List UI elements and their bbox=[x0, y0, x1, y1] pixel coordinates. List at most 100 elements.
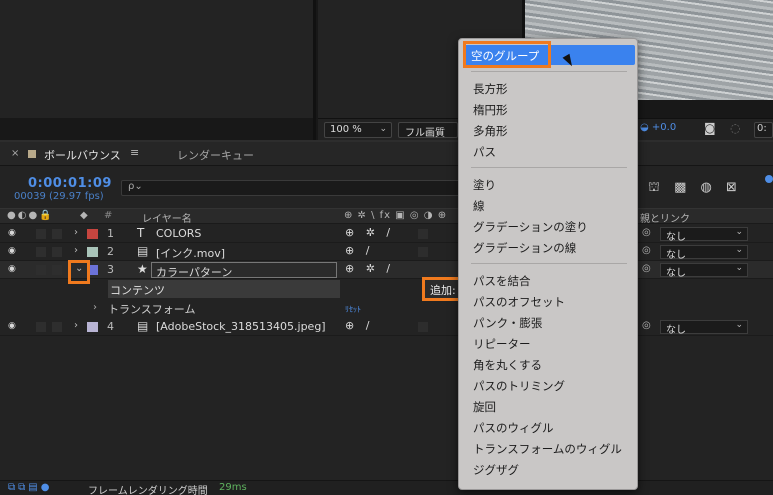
eye-icon[interactable]: ◉ bbox=[8, 264, 16, 274]
menu-item-fill[interactable]: 塗り bbox=[469, 174, 629, 194]
chevron-right-icon[interactable]: › bbox=[74, 227, 78, 238]
show-snapshot-icon[interactable]: ◌ bbox=[730, 121, 740, 135]
menu-item-gradient-fill[interactable]: グラデーションの塗り bbox=[469, 216, 629, 236]
table-row[interactable]: ◉ › 1 T COLORS ⊕ ✲ / ◎ なし ⌄ bbox=[0, 225, 773, 243]
menu-item-wiggle-paths[interactable]: パスのウィグル bbox=[469, 417, 629, 437]
zoom-dropdown[interactable]: 100 % ⌄ bbox=[324, 122, 392, 138]
label-color[interactable] bbox=[87, 322, 98, 332]
solo-toggle[interactable] bbox=[52, 229, 62, 239]
timeline-panel: × ボールバウンス ≡ レンダーキュー 0:00:01:09 00039 (29… bbox=[0, 140, 773, 480]
layer-search-input[interactable]: ρ⌄ bbox=[121, 180, 461, 196]
label-icon: ◆ bbox=[80, 210, 88, 221]
table-row[interactable]: ◉ ⌄ 3 ★ カラーパターン ⊕ ✲ / ◎ なし ⌄ bbox=[0, 261, 773, 279]
pick-whip-icon[interactable]: ◎ bbox=[642, 263, 651, 274]
solo-toggle[interactable] bbox=[52, 247, 62, 257]
panel-menu-icon[interactable]: ≡ bbox=[130, 146, 139, 159]
chevron-right-icon[interactable]: › bbox=[93, 302, 97, 313]
label-color[interactable] bbox=[87, 229, 98, 239]
tab-composition[interactable]: ボールバウンス bbox=[44, 147, 121, 163]
footage-layer-icon: ▤ bbox=[137, 244, 149, 258]
parent-dropdown[interactable]: なし ⌄ bbox=[660, 263, 748, 279]
frame-blending-icon[interactable]: ▩ bbox=[674, 180, 686, 195]
parent-value: なし bbox=[666, 250, 686, 261]
solo-toggle[interactable] bbox=[52, 322, 62, 332]
audio-toggle[interactable] bbox=[36, 265, 46, 275]
eye-icon[interactable]: ◉ bbox=[8, 321, 16, 331]
pick-whip-icon[interactable]: ◎ bbox=[642, 320, 651, 331]
resolution-dropdown[interactable]: フル画質 bbox=[398, 122, 458, 139]
layer-name[interactable]: COLORS bbox=[156, 227, 201, 240]
layer-switches[interactable]: ⊕ / bbox=[345, 244, 373, 257]
layer-number: 2 bbox=[107, 245, 114, 258]
audio-toggle[interactable] bbox=[36, 247, 46, 257]
parent-value: なし bbox=[666, 268, 686, 279]
menu-item-gradient-stroke[interactable]: グラデーションの線 bbox=[469, 237, 629, 257]
menu-item-repeater[interactable]: リピーター bbox=[469, 333, 629, 353]
timeline-tools: ⛫ ▩ ◍ ⊠ bbox=[648, 180, 747, 197]
switch-box[interactable] bbox=[418, 229, 428, 239]
layer-name[interactable]: [AdobeStock_318513405.jpeg] bbox=[156, 320, 326, 333]
menu-item-wiggle-transform[interactable]: トランスフォームのウィグル bbox=[469, 438, 629, 458]
audio-toggle[interactable] bbox=[36, 229, 46, 239]
header-switches: ⊕ ✲ \ fx ▣ ◎ ◑ ⊕ bbox=[344, 210, 448, 221]
switch-box[interactable] bbox=[418, 247, 428, 257]
menu-item-rectangle[interactable]: 長方形 bbox=[469, 78, 629, 98]
layer-switches[interactable]: ⊕ ✲ / bbox=[345, 262, 394, 275]
table-row[interactable]: ◉ › 4 ▤ [AdobeStock_318513405.jpeg] ⊕ / … bbox=[0, 318, 773, 336]
chevron-right-icon[interactable]: › bbox=[74, 245, 78, 256]
header-parent-link: 親とリンク bbox=[640, 214, 690, 225]
view-dropdown[interactable]: 0: bbox=[754, 122, 773, 138]
eye-icon[interactable]: ◉ bbox=[8, 228, 16, 238]
menu-item-ellipse[interactable]: 楕円形 bbox=[469, 99, 629, 119]
work-area-handle[interactable] bbox=[765, 175, 773, 183]
eye-icon[interactable]: ◉ bbox=[8, 246, 16, 256]
graph-editor-icon[interactable]: ⊠ bbox=[726, 180, 737, 195]
label-color[interactable] bbox=[87, 247, 98, 257]
tab-render-queue[interactable]: レンダーキュー bbox=[177, 147, 254, 163]
layer-switches[interactable]: ⊕ ✲ / bbox=[345, 226, 394, 239]
contents-group[interactable]: コンテンツ bbox=[108, 280, 340, 298]
close-icon[interactable]: × bbox=[11, 148, 19, 159]
menu-separator bbox=[471, 71, 627, 72]
header-layer-name[interactable]: レイヤー名 bbox=[142, 210, 192, 225]
parent-dropdown[interactable]: なし ⌄ bbox=[660, 227, 748, 243]
parent-dropdown[interactable]: なし ⌄ bbox=[660, 320, 748, 336]
menu-item-polystar[interactable]: 多角形 bbox=[469, 120, 629, 140]
menu-item-round-corners[interactable]: 角を丸くする bbox=[469, 354, 629, 374]
table-row[interactable]: ◉ › 2 ▤ [インク.mov] ⊕ / ◎ なし ⌄ bbox=[0, 243, 773, 261]
camera-icon[interactable]: ◙ bbox=[704, 121, 716, 135]
menu-item-highlight-box bbox=[463, 41, 551, 68]
solo-toggle[interactable] bbox=[52, 265, 62, 275]
current-time[interactable]: 0:00:01:09 bbox=[28, 176, 112, 191]
menu-item-pucker-bloat[interactable]: パンク・膨張 bbox=[469, 312, 629, 332]
menu-item-merge-paths[interactable]: パスを結合 bbox=[469, 270, 629, 290]
menu-item-offset-paths[interactable]: パスのオフセット bbox=[469, 291, 629, 311]
menu-separator bbox=[471, 167, 627, 168]
chevron-right-icon[interactable]: › bbox=[74, 320, 78, 331]
comp-color-swatch bbox=[28, 150, 36, 158]
menu-item-zig-zag[interactable]: ジグザグ bbox=[469, 459, 629, 479]
transform-group[interactable]: トランスフォーム bbox=[108, 301, 195, 317]
layer-name[interactable]: カラーパターン bbox=[151, 262, 337, 279]
menu-item-stroke[interactable]: 線 bbox=[469, 195, 629, 215]
exposure-reset-icon: ◒ bbox=[640, 122, 649, 133]
menu-item-twist[interactable]: 旋回 bbox=[469, 396, 629, 416]
menu-item-path[interactable]: パス bbox=[469, 141, 629, 161]
layer-switches[interactable]: ⊕ / bbox=[345, 319, 373, 332]
motion-blur-icon[interactable]: ◍ bbox=[701, 180, 712, 195]
menu-item-trim-paths[interactable]: パスのトリミング bbox=[469, 375, 629, 395]
add-button[interactable]: 追加: bbox=[422, 277, 462, 301]
layer-name[interactable]: [インク.mov] bbox=[156, 245, 225, 261]
parent-dropdown[interactable]: なし ⌄ bbox=[660, 245, 748, 261]
exposure-control[interactable]: ◒ +0.0 bbox=[640, 122, 676, 133]
comp-flowchart-icon[interactable]: ⛫ bbox=[648, 180, 660, 195]
pick-whip-icon[interactable]: ◎ bbox=[642, 227, 651, 238]
switch-box[interactable] bbox=[418, 322, 428, 332]
pick-whip-icon[interactable]: ◎ bbox=[642, 245, 651, 256]
audio-toggle[interactable] bbox=[36, 322, 46, 332]
project-panel bbox=[0, 0, 313, 118]
reset-link[interactable]: ﾘｾｯﾄ bbox=[345, 304, 361, 315]
status-toggle-icons[interactable]: ⧉⧉▤● bbox=[8, 482, 52, 493]
render-time-value: 29ms bbox=[219, 482, 247, 493]
panel-divider[interactable] bbox=[313, 0, 316, 140]
